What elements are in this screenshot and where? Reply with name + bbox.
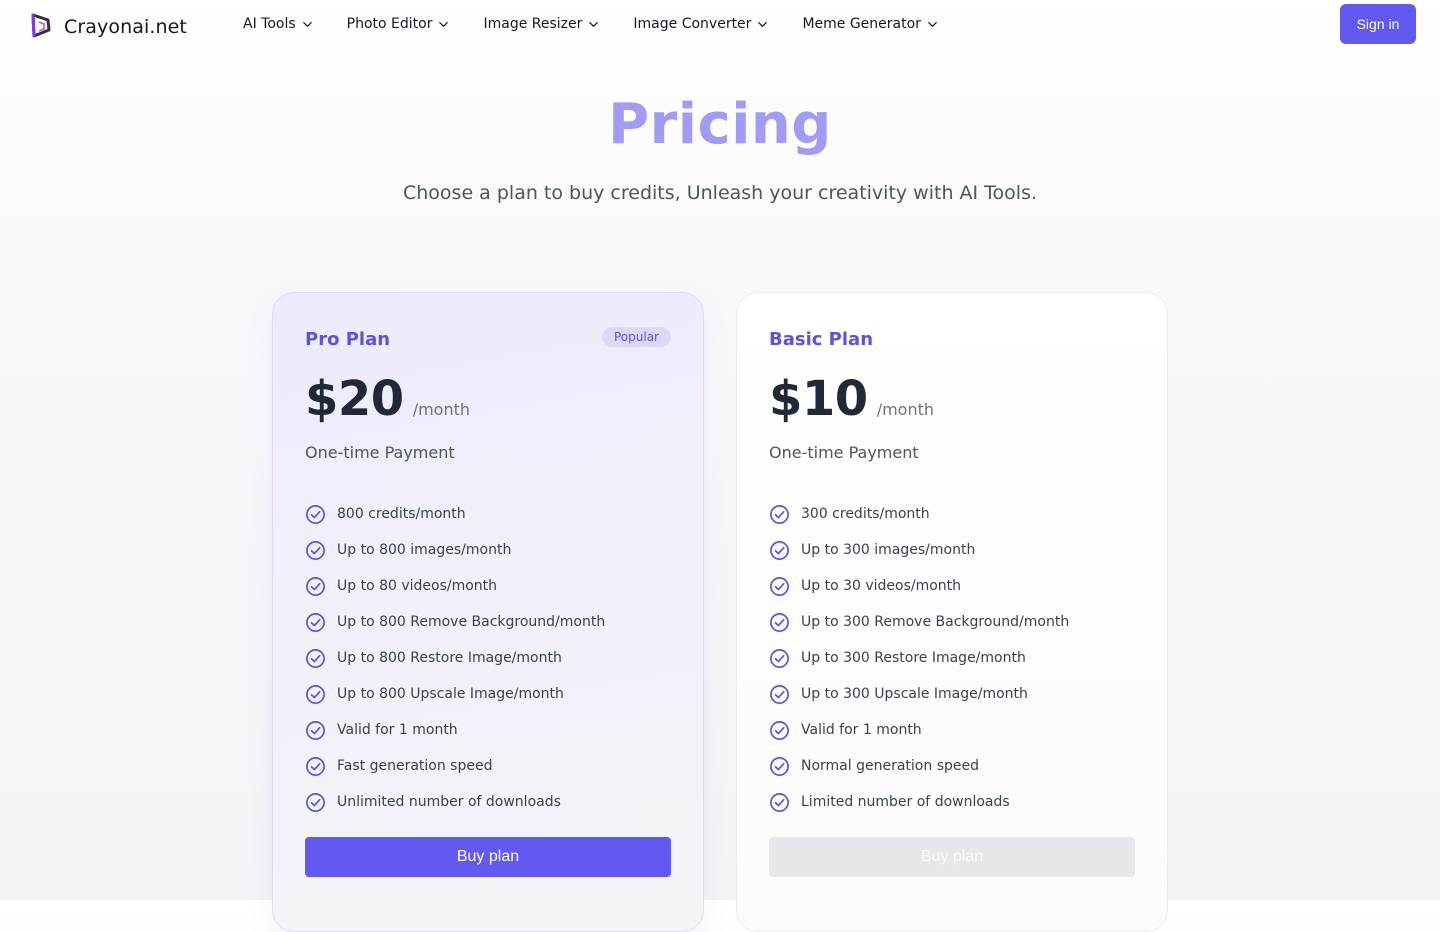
feature-text: 800 credits/month xyxy=(337,506,466,522)
feature-item: Normal generation speed xyxy=(769,748,1069,784)
page-title: Pricing xyxy=(608,92,832,156)
feature-item: Up to 300 Remove Background/month xyxy=(769,604,1069,640)
check-circle-icon xyxy=(306,792,325,812)
nav-item-label: Meme Generator xyxy=(802,16,921,32)
feature-text: Up to 30 videos/month xyxy=(801,578,962,594)
check-circle-icon xyxy=(306,648,325,668)
feature-item: Up to 800 Restore Image/month xyxy=(305,640,605,676)
nav-item-meme-generator[interactable]: Meme Generator xyxy=(802,16,938,32)
feature-text: Up to 800 Restore Image/month xyxy=(337,650,562,666)
chevron-down-icon xyxy=(302,21,312,27)
nav-item-label: Image Converter xyxy=(633,16,752,32)
brand-logo-link[interactable]: Crayonai.net xyxy=(30,12,187,42)
feature-item: Limited number of downloads xyxy=(769,784,1069,820)
feature-item: Up to 300 Upscale Image/month xyxy=(769,676,1069,712)
plan-price: $10 xyxy=(769,371,868,427)
feature-text: Up to 300 images/month xyxy=(801,542,976,558)
feature-item: Up to 300 images/month xyxy=(769,532,1069,568)
plan-price: $20 xyxy=(305,371,404,427)
plan-period: /month xyxy=(412,400,471,419)
pricing-card-basic: Basic Plan $10 /month One-time Payment 3… xyxy=(736,292,1168,932)
check-circle-icon xyxy=(770,684,789,704)
plan-period: /month xyxy=(876,400,935,419)
feature-item: Up to 300 Restore Image/month xyxy=(769,640,1069,676)
feature-text: Up to 80 videos/month xyxy=(337,578,498,594)
check-circle-icon xyxy=(770,540,789,560)
feature-item: Up to 30 videos/month xyxy=(769,568,1069,604)
crayon-logo-icon xyxy=(30,12,52,42)
main-nav: AI Tools Photo Editor Image Resizer Imag… xyxy=(243,0,972,48)
buy-basic-plan-button[interactable]: Buy plan xyxy=(769,837,1135,877)
chevron-down-icon xyxy=(439,21,449,27)
nav-item-image-resizer[interactable]: Image Resizer xyxy=(483,16,599,32)
check-circle-icon xyxy=(306,612,325,632)
plan-name: Pro Plan xyxy=(305,329,391,350)
feature-text: Limited number of downloads xyxy=(801,794,1010,810)
nav-item-label: AI Tools xyxy=(243,16,296,32)
feature-item: Valid for 1 month xyxy=(305,712,605,748)
feature-text: Unlimited number of downloads xyxy=(337,794,561,810)
feature-item: 300 credits/month xyxy=(769,496,1069,532)
price-row: $10 /month xyxy=(769,371,934,427)
chevron-down-icon xyxy=(589,21,599,27)
check-circle-icon xyxy=(306,684,325,704)
check-circle-icon xyxy=(306,576,325,596)
feature-item: Valid for 1 month xyxy=(769,712,1069,748)
feature-item: 800 credits/month xyxy=(305,496,605,532)
feature-item: Up to 80 videos/month xyxy=(305,568,605,604)
buy-pro-plan-button[interactable]: Buy plan xyxy=(305,837,671,877)
feature-item: Fast generation speed xyxy=(305,748,605,784)
feature-list: 800 credits/month Up to 800 images/month… xyxy=(305,496,605,820)
chevron-down-icon xyxy=(928,21,937,27)
top-navigation-bar: Crayonai.net AI Tools Photo Editor Image… xyxy=(0,0,1440,48)
check-circle-icon xyxy=(306,540,325,560)
sign-in-button[interactable]: Sign in xyxy=(1340,4,1416,44)
check-circle-icon xyxy=(770,504,789,524)
nav-item-image-converter[interactable]: Image Converter xyxy=(633,16,768,32)
page-subtitle: Choose a plan to buy credits, Unleash yo… xyxy=(402,182,1038,204)
feature-text: Up to 800 images/month xyxy=(337,542,512,558)
feature-text: Fast generation speed xyxy=(337,758,493,774)
pricing-card-pro: Pro Plan Popular $20 /month One-time Pay… xyxy=(272,292,704,932)
popular-badge: Popular xyxy=(602,327,671,347)
plan-name: Basic Plan xyxy=(769,329,874,350)
nav-item-ai-tools[interactable]: AI Tools xyxy=(243,16,313,32)
feature-list: 300 credits/month Up to 300 images/month… xyxy=(769,496,1069,820)
feature-text: Valid for 1 month xyxy=(337,722,458,738)
feature-text: Up to 300 Remove Background/month xyxy=(801,614,1070,630)
payment-note: One-time Payment xyxy=(769,443,919,462)
feature-text: 300 credits/month xyxy=(801,506,930,522)
nav-item-photo-editor[interactable]: Photo Editor xyxy=(347,16,450,32)
check-circle-icon xyxy=(770,648,789,668)
nav-item-label: Image Resizer xyxy=(483,16,583,32)
check-circle-icon xyxy=(306,720,325,740)
feature-text: Up to 300 Restore Image/month xyxy=(801,650,1026,666)
check-circle-icon xyxy=(306,504,325,524)
feature-item: Unlimited number of downloads xyxy=(305,784,605,820)
check-circle-icon xyxy=(770,792,789,812)
feature-text: Valid for 1 month xyxy=(801,722,922,738)
check-circle-icon xyxy=(306,756,325,776)
check-circle-icon xyxy=(770,720,789,740)
feature-text: Up to 800 Remove Background/month xyxy=(337,614,606,630)
feature-text: Up to 300 Upscale Image/month xyxy=(801,686,1028,702)
feature-item: Up to 800 images/month xyxy=(305,532,605,568)
feature-item: Up to 800 Upscale Image/month xyxy=(305,676,605,712)
feature-text: Up to 800 Upscale Image/month xyxy=(337,686,564,702)
price-row: $20 /month xyxy=(305,371,470,427)
check-circle-icon xyxy=(770,756,789,776)
feature-text: Normal generation speed xyxy=(801,758,979,774)
feature-item: Up to 800 Remove Background/month xyxy=(305,604,605,640)
brand-name: Crayonai.net xyxy=(64,16,187,38)
chevron-down-icon xyxy=(758,21,768,27)
nav-item-label: Photo Editor xyxy=(346,16,433,32)
payment-note: One-time Payment xyxy=(305,443,455,462)
check-circle-icon xyxy=(770,576,789,596)
check-circle-icon xyxy=(770,612,789,632)
